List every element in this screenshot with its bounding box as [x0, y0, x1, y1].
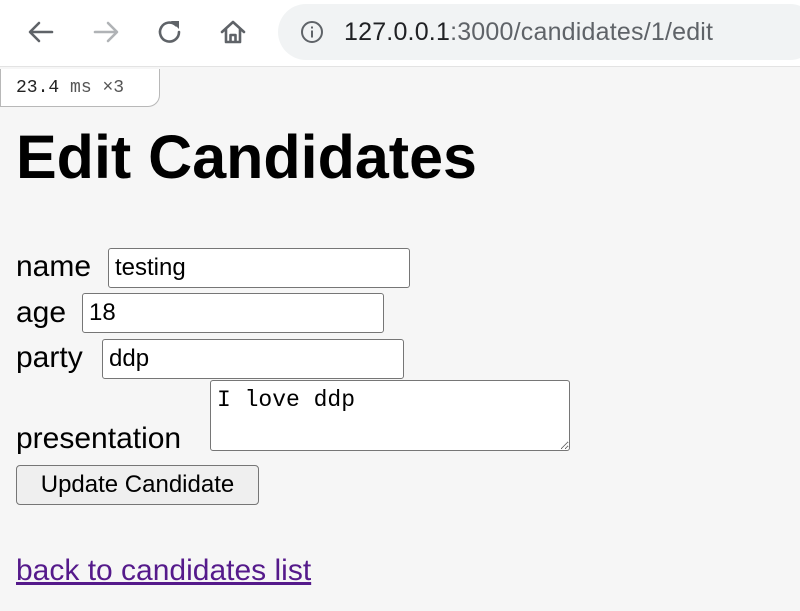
address-bar[interactable]: 127.0.0.1:3000/candidates/1/edit: [278, 4, 800, 60]
presentation-label: presentation: [16, 422, 182, 455]
name-input[interactable]: [108, 248, 410, 288]
profiler-unit: ms: [70, 78, 92, 98]
profiler-count: ×3: [102, 78, 125, 98]
party-input[interactable]: [102, 339, 404, 379]
url-host: 127.0.0.1: [344, 18, 451, 46]
home-icon[interactable]: [214, 13, 252, 51]
update-candidate-button[interactable]: Update Candidate: [16, 465, 259, 505]
age-input[interactable]: [82, 293, 384, 333]
arrow-right-icon[interactable]: [87, 13, 125, 51]
presentation-textarea[interactable]: I love ddp: [210, 380, 570, 451]
profiler-time: 23.4: [16, 78, 60, 98]
page-title: Edit Candidates: [16, 123, 477, 191]
profiler-badge[interactable]: 23.4 ms ×3: [0, 69, 160, 107]
reload-icon[interactable]: [151, 13, 189, 51]
name-label: name: [16, 250, 92, 283]
url-path: :3000/candidates/1/edit: [450, 18, 714, 46]
back-to-list-link[interactable]: back to candidates list: [16, 553, 311, 589]
arrow-left-icon[interactable]: [22, 13, 60, 51]
info-icon[interactable]: [300, 20, 324, 44]
url-text[interactable]: 127.0.0.1:3000/candidates/1/edit: [344, 17, 713, 47]
party-label: party: [16, 341, 83, 374]
browser-toolbar: 127.0.0.1:3000/candidates/1/edit: [0, 0, 800, 67]
age-label: age: [16, 296, 67, 329]
